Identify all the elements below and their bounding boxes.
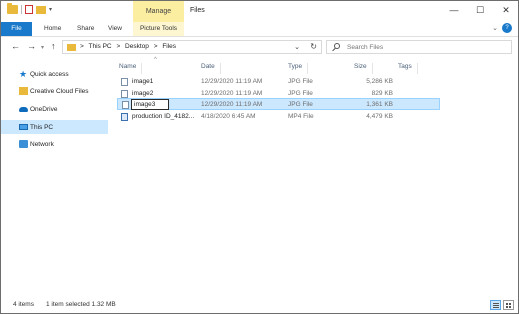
navigation-bar: ← → ▾ ↑ > This PC > Desktop > Files ⌄ ↻ [1,37,518,57]
details-view-icon [493,303,499,304]
breadcrumb-this-pc[interactable]: This PC [89,43,112,50]
table-row[interactable]: production ID_4182... 4/18/2020 6:45 AM … [117,111,440,123]
status-bar: 4 items 1 item selected 1.32 MB [1,297,518,313]
navigation-pane: ★ Quick access Creative Cloud Files OneD… [1,57,109,297]
file-type: JPG File [288,101,313,108]
tab-view[interactable]: View [108,22,122,36]
file-name: image2 [132,90,154,97]
breadcrumb-separator[interactable]: > [80,43,84,50]
file-list: ^ Name Date Type Size Tags image1 12/29/… [114,57,518,297]
chevron-down-icon[interactable]: ⌄ [492,24,498,32]
search-input[interactable] [347,42,497,52]
cloud-icon [19,107,28,112]
item-count: 4 items [13,301,34,308]
manage-tab-label: Manage [145,8,172,15]
maximize-button[interactable]: ☐ [472,4,488,16]
forward-button[interactable]: → [27,41,36,51]
file-date: 4/18/2020 6:45 AM [201,113,256,120]
sidebar-item-quick-access[interactable]: ★ Quick access [1,67,108,81]
breadcrumb-files[interactable]: Files [162,43,176,50]
help-icon[interactable]: ? [502,23,512,33]
up-button[interactable]: ↑ [51,41,56,51]
table-row[interactable]: image1 12/29/2020 11:19 AM JPG File 5,28… [117,76,440,88]
creative-cloud-folder-icon [19,87,28,95]
tab-home[interactable]: Home [44,22,61,36]
file-type: JPG File [288,90,313,97]
details-view-button[interactable] [490,300,501,310]
sidebar-item-label: Creative Cloud Files [30,87,89,95]
sidebar-item-this-pc[interactable]: This PC [1,120,108,134]
network-icon [19,140,28,148]
column-headers: Name Date Type Size Tags [114,63,514,75]
column-header-type[interactable]: Type [288,63,309,74]
minimize-button[interactable]: — [446,4,462,16]
folder-icon [7,3,18,14]
column-header-size[interactable]: Size [354,63,373,74]
breadcrumb-separator[interactable]: > [116,43,120,50]
large-icons-view-button[interactable] [503,300,514,310]
file-size: 4,479 KB [366,113,393,120]
file-name: image1 [132,78,154,85]
file-explorer-window: ▾ Manage Files — ☐ ✕ File Home Share Vie… [0,0,519,314]
title-bar: ▾ Manage Files — ☐ ✕ [1,1,518,22]
column-header-name[interactable]: Name [119,63,143,74]
tab-share[interactable]: Share [77,22,94,36]
toolbar-separator [21,5,22,14]
file-size: 829 KB [371,90,393,97]
back-button[interactable]: ← [11,41,20,51]
sidebar-item-onedrive[interactable]: OneDrive [1,102,108,116]
close-button[interactable]: ✕ [498,4,514,16]
new-folder-icon[interactable] [36,5,46,14]
computer-icon [19,124,28,130]
quick-access-toolbar: ▾ [7,3,52,14]
column-header-tags[interactable]: Tags [398,63,418,74]
sidebar-item-network[interactable]: Network [1,137,108,151]
file-type: JPG File [288,78,313,85]
customize-toolbar-chevron-icon[interactable]: ▾ [49,6,52,13]
breadcrumb-desktop[interactable]: Desktop [125,43,149,50]
tab-picture-tools[interactable]: Picture Tools [133,22,184,36]
ribbon-tabs: File Home Share View Picture Tools ⌄ ? [1,22,518,36]
image-file-icon [121,78,128,86]
column-header-date[interactable]: Date [201,63,221,74]
recent-locations-button[interactable]: ▾ [41,43,44,53]
sidebar-item-label: This PC [30,123,54,131]
image-file-icon [122,101,129,109]
breadcrumb: > This PC > Desktop > Files [80,43,179,50]
file-date: 12/29/2020 11:19 AM [201,101,263,108]
image-file-icon [121,90,128,98]
video-file-icon [121,113,128,121]
search-icon [334,43,340,49]
address-bar[interactable]: > This PC > Desktop > Files ⌄ ↻ [62,40,322,54]
refresh-icon[interactable]: ↻ [310,42,317,51]
file-date: 12/29/2020 11:19 AM [201,90,263,97]
manage-contextual-tab[interactable]: Manage [133,1,184,22]
sidebar-item-creative-cloud-files[interactable]: Creative Cloud Files [1,84,108,98]
address-history-chevron-icon[interactable]: ⌄ [294,43,300,51]
file-name: production ID_4182... [132,113,195,120]
selection-info: 1 item selected 1.32 MB [46,301,116,308]
window-title: Files [190,7,205,14]
star-icon: ★ [19,69,28,79]
file-size: 5,286 KB [366,78,393,85]
file-date: 12/29/2020 11:19 AM [201,78,263,85]
sidebar-item-label: Network [30,140,54,148]
file-size: 1,361 KB [366,101,393,108]
properties-icon[interactable] [25,5,33,14]
table-row-selected[interactable]: image3 12/29/2020 11:19 AM JPG File 1,36… [117,98,440,110]
search-box[interactable] [326,40,512,54]
tab-file[interactable]: File [1,22,32,36]
rename-field[interactable]: image3 [131,99,169,110]
large-icons-view-icon [506,303,508,305]
folder-icon [67,44,76,51]
file-type: MP4 File [288,113,314,120]
breadcrumb-separator[interactable]: > [154,43,158,50]
sidebar-item-label: Quick access [30,70,69,78]
sidebar-item-label: OneDrive [30,105,58,113]
